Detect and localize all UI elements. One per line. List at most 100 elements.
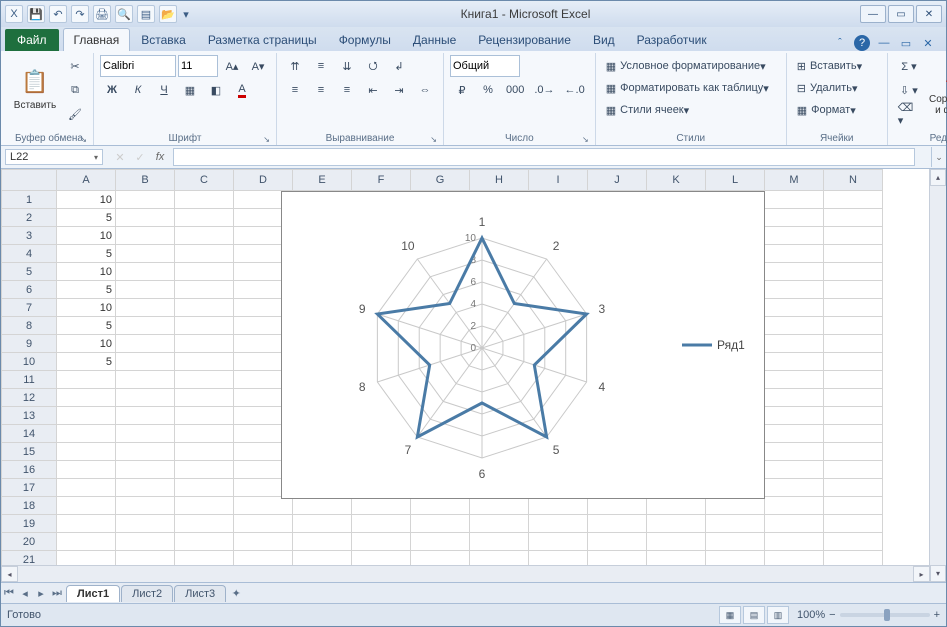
col-header-B[interactable]: B: [116, 170, 175, 191]
cell-B20[interactable]: [116, 533, 175, 551]
cell-N3[interactable]: [824, 227, 883, 245]
dialog-launcher-icon[interactable]: ↘: [582, 135, 589, 144]
cell-M3[interactable]: [765, 227, 824, 245]
cell-A12[interactable]: [57, 389, 116, 407]
cell-I20[interactable]: [529, 533, 588, 551]
autosum-icon[interactable]: Σ ▾: [894, 55, 924, 77]
cell-J19[interactable]: [588, 515, 647, 533]
name-box[interactable]: L22 ▾: [5, 149, 103, 165]
cell-A2[interactable]: 5: [57, 209, 116, 227]
cell-B1[interactable]: [116, 191, 175, 209]
cell-A9[interactable]: 10: [57, 335, 116, 353]
col-header-H[interactable]: H: [470, 170, 529, 191]
row-header-10[interactable]: 10: [2, 353, 57, 371]
chart-object[interactable]: 123456789100246810Ряд1: [281, 191, 765, 499]
enter-formula-icon[interactable]: ✓: [131, 151, 149, 164]
cell-C4[interactable]: [175, 245, 234, 263]
normal-view-icon[interactable]: ▦: [719, 606, 741, 624]
cell-N5[interactable]: [824, 263, 883, 281]
cell-N20[interactable]: [824, 533, 883, 551]
cell-styles-button[interactable]: ▦ Стили ячеек ▾: [602, 99, 780, 121]
scroll-up-icon[interactable]: ▴: [930, 169, 946, 186]
minimize-button[interactable]: —: [860, 5, 886, 23]
sheet-tab-Лист2[interactable]: Лист2: [121, 585, 173, 602]
cell-M14[interactable]: [765, 425, 824, 443]
decrease-decimal-icon[interactable]: ←.0: [561, 79, 589, 101]
cell-K20[interactable]: [647, 533, 706, 551]
delete-cells-button[interactable]: ⊟ Удалить ▾: [793, 77, 881, 99]
cell-M2[interactable]: [765, 209, 824, 227]
cell-A16[interactable]: [57, 461, 116, 479]
increase-indent-icon[interactable]: ⇥: [387, 79, 411, 101]
open-icon[interactable]: 📂: [159, 5, 177, 23]
cell-K19[interactable]: [647, 515, 706, 533]
cell-C3[interactable]: [175, 227, 234, 245]
doc-restore-icon[interactable]: ▭: [898, 35, 914, 51]
cell-I19[interactable]: [529, 515, 588, 533]
row-header-6[interactable]: 6: [2, 281, 57, 299]
cell-N16[interactable]: [824, 461, 883, 479]
sheet-tab-Лист3[interactable]: Лист3: [174, 585, 226, 602]
cell-C11[interactable]: [175, 371, 234, 389]
cell-N2[interactable]: [824, 209, 883, 227]
col-header-G[interactable]: G: [411, 170, 470, 191]
zoom-in-icon[interactable]: +: [934, 609, 940, 621]
cell-B4[interactable]: [116, 245, 175, 263]
row-header-11[interactable]: 11: [2, 371, 57, 389]
border-button[interactable]: ▦: [178, 79, 202, 101]
doc-minimize-icon[interactable]: —: [876, 35, 892, 51]
tab-Разработчик[interactable]: Разработчик: [626, 28, 718, 51]
col-header-C[interactable]: C: [175, 170, 234, 191]
align-bottom-icon[interactable]: ⇊: [335, 55, 359, 77]
cell-C7[interactable]: [175, 299, 234, 317]
cell-B6[interactable]: [116, 281, 175, 299]
cell-C19[interactable]: [175, 515, 234, 533]
doc-close-icon[interactable]: ✕: [920, 35, 936, 51]
cell-N12[interactable]: [824, 389, 883, 407]
cell-B11[interactable]: [116, 371, 175, 389]
align-top-icon[interactable]: ⇈: [283, 55, 307, 77]
cell-N11[interactable]: [824, 371, 883, 389]
number-format-input[interactable]: [450, 55, 520, 77]
cell-B18[interactable]: [116, 497, 175, 515]
align-right-icon[interactable]: ≡: [335, 79, 359, 101]
cell-A19[interactable]: [57, 515, 116, 533]
cell-N4[interactable]: [824, 245, 883, 263]
cell-A20[interactable]: [57, 533, 116, 551]
cell-B10[interactable]: [116, 353, 175, 371]
cell-C8[interactable]: [175, 317, 234, 335]
row-header-5[interactable]: 5: [2, 263, 57, 281]
cell-A3[interactable]: 10: [57, 227, 116, 245]
currency-icon[interactable]: ₽: [450, 79, 474, 101]
cell-D20[interactable]: [234, 533, 293, 551]
cell-M19[interactable]: [765, 515, 824, 533]
cell-N17[interactable]: [824, 479, 883, 497]
cell-B19[interactable]: [116, 515, 175, 533]
cell-M9[interactable]: [765, 335, 824, 353]
cell-N18[interactable]: [824, 497, 883, 515]
zoom-level[interactable]: 100%: [797, 609, 825, 621]
row-header-7[interactable]: 7: [2, 299, 57, 317]
help-icon[interactable]: ?: [854, 35, 870, 51]
col-header-N[interactable]: N: [824, 170, 883, 191]
col-header-I[interactable]: I: [529, 170, 588, 191]
scroll-down-icon[interactable]: ▾: [930, 565, 946, 582]
cell-B3[interactable]: [116, 227, 175, 245]
row-header-8[interactable]: 8: [2, 317, 57, 335]
cell-N9[interactable]: [824, 335, 883, 353]
cell-C5[interactable]: [175, 263, 234, 281]
wrap-text-icon[interactable]: ↲: [387, 55, 411, 77]
new-sheet-icon[interactable]: ✦: [228, 587, 244, 600]
col-header-J[interactable]: J: [588, 170, 647, 191]
cell-N10[interactable]: [824, 353, 883, 371]
col-header-A[interactable]: A: [57, 170, 116, 191]
row-header-19[interactable]: 19: [2, 515, 57, 533]
col-header-D[interactable]: D: [234, 170, 293, 191]
expand-formula-bar-icon[interactable]: ⌄: [931, 147, 946, 167]
cell-N8[interactable]: [824, 317, 883, 335]
format-as-table-button[interactable]: ▦ Форматировать как таблицу ▾: [602, 77, 780, 99]
dialog-launcher-icon[interactable]: ↘: [263, 135, 270, 144]
cell-A10[interactable]: 5: [57, 353, 116, 371]
cell-M12[interactable]: [765, 389, 824, 407]
col-header-E[interactable]: E: [293, 170, 352, 191]
